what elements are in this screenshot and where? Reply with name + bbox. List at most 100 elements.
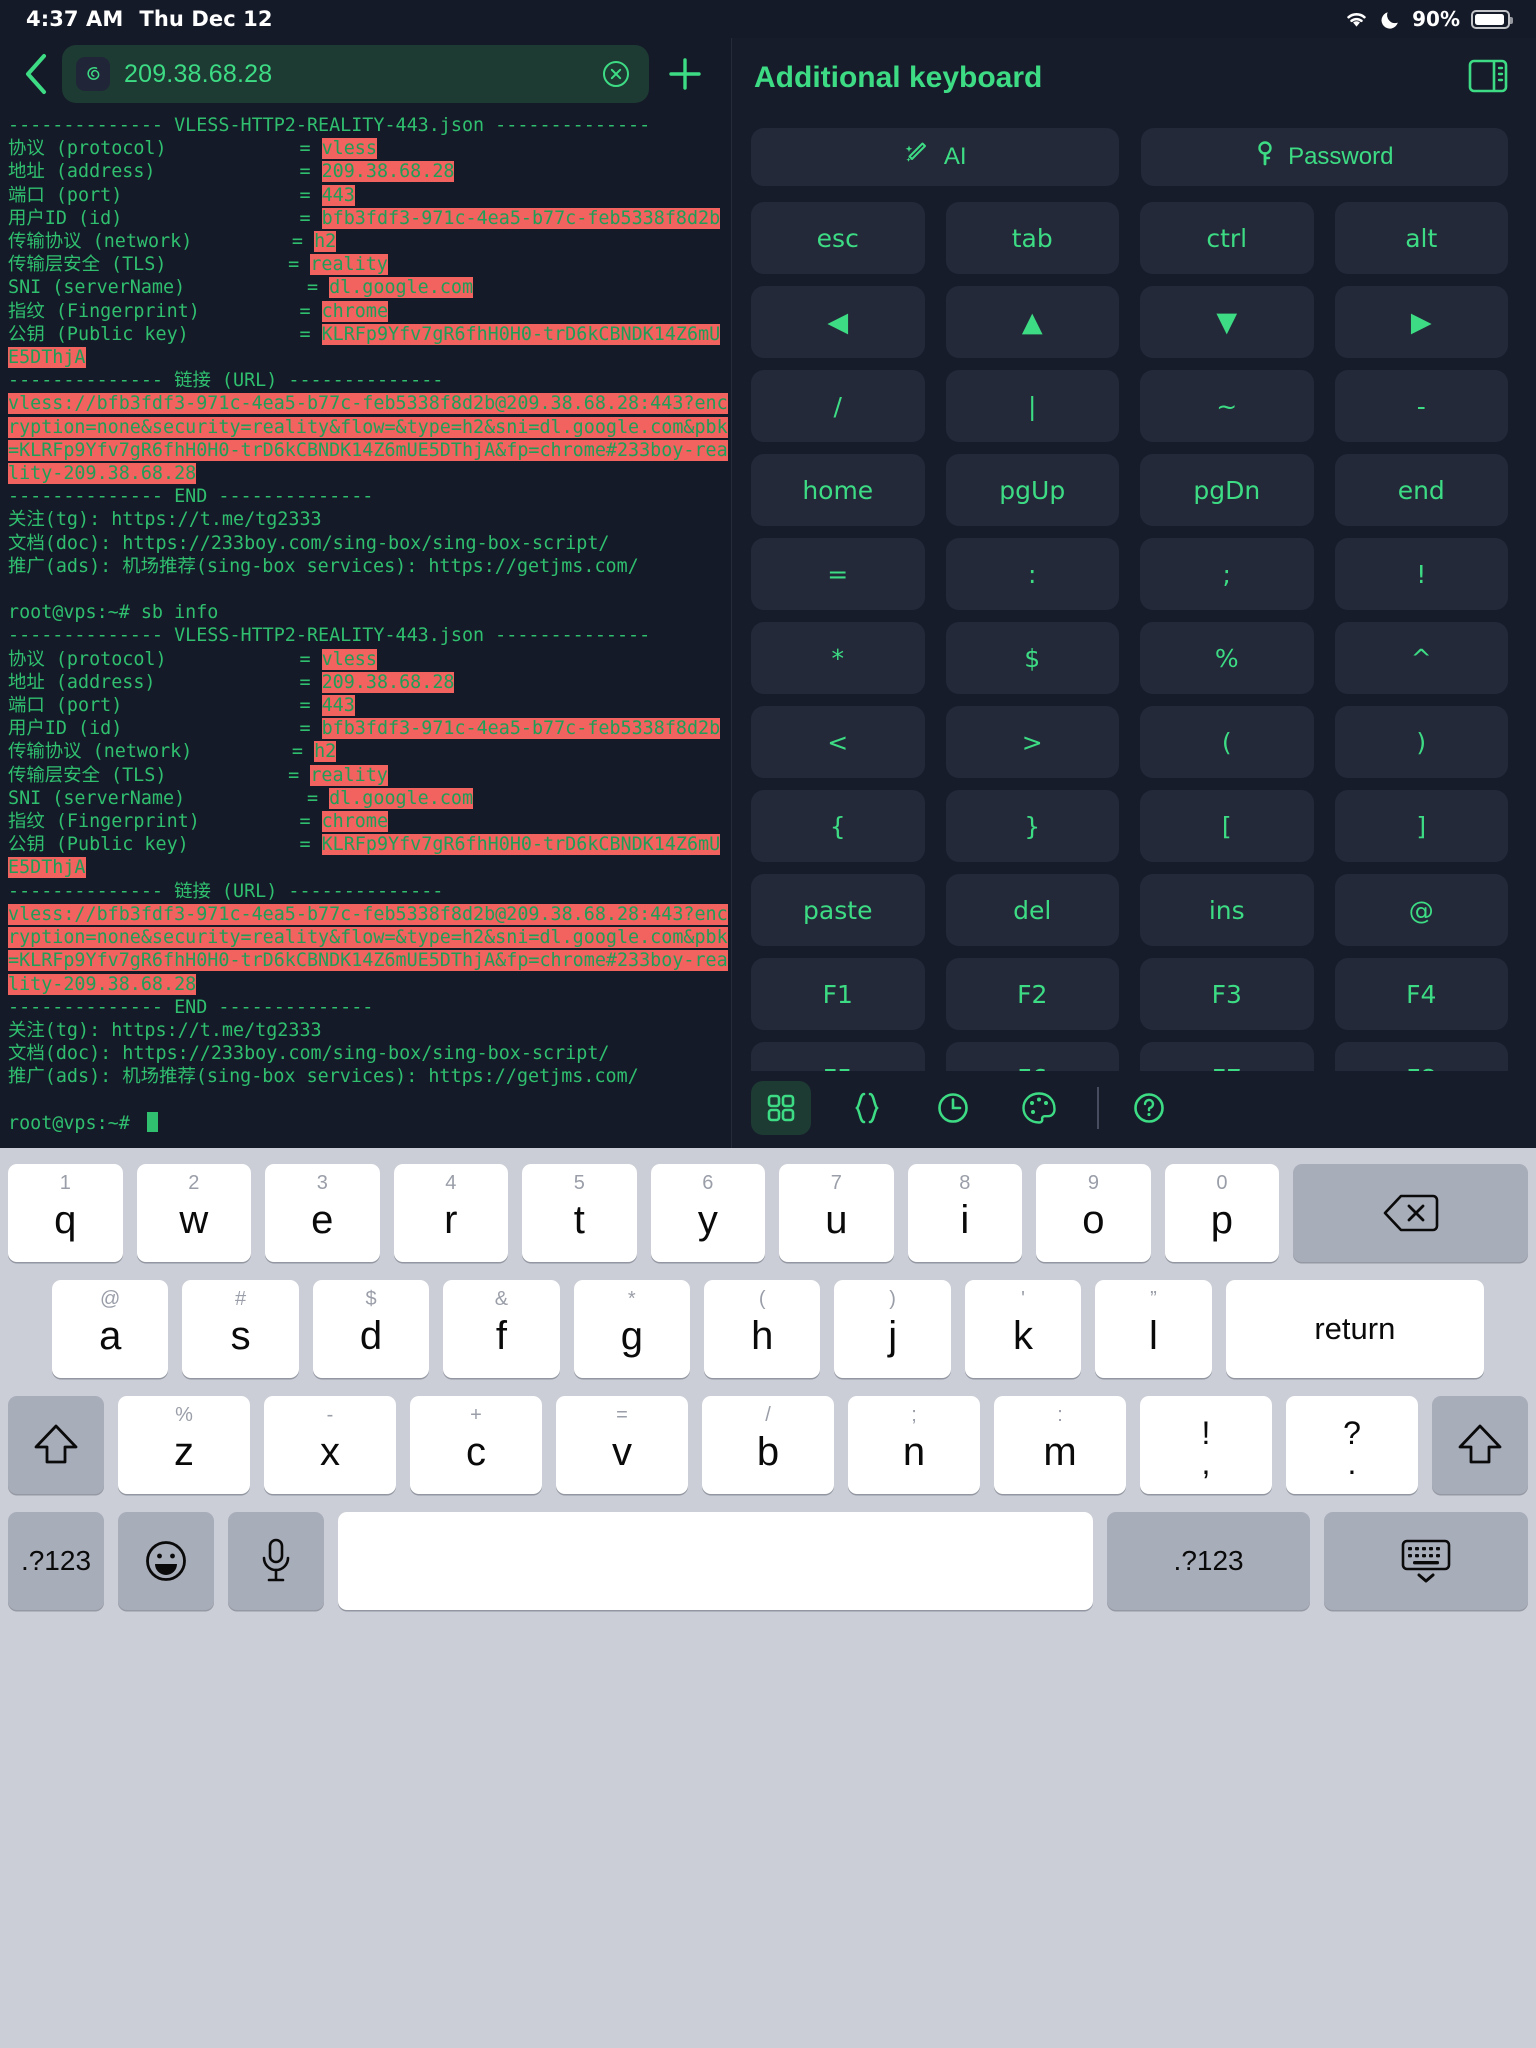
ios-key-.[interactable]: ?. xyxy=(1286,1396,1418,1494)
ios-key-h[interactable]: (h xyxy=(704,1280,821,1378)
ios-key-t[interactable]: 5t xyxy=(522,1164,637,1262)
ios-key-b[interactable]: / b xyxy=(702,1396,834,1494)
ios-key-i[interactable]: 8i xyxy=(907,1164,1023,1262)
key-F5[interactable]: F5 xyxy=(751,1042,925,1072)
key-F4[interactable]: F4 xyxy=(1334,958,1508,1031)
split-view-icon[interactable] xyxy=(1468,58,1508,98)
password-button[interactable]: Password xyxy=(1140,128,1508,187)
shift-left-key[interactable] xyxy=(8,1396,104,1494)
key--[interactable]: - xyxy=(1334,370,1508,443)
ios-key-s[interactable]: # s xyxy=(182,1280,299,1378)
key-F3[interactable]: F3 xyxy=(1140,958,1314,1031)
new-tab-button[interactable] xyxy=(657,46,713,102)
help-icon[interactable] xyxy=(1119,1081,1179,1135)
hide-keyboard-icon[interactable] xyxy=(1324,1512,1528,1610)
ios-key-d[interactable]: $ d xyxy=(312,1280,430,1378)
numeric-switch-left-key[interactable]: .?123 xyxy=(8,1512,104,1610)
key-![interactable]: ! xyxy=(1334,538,1508,611)
ios-key-a[interactable]: @ a xyxy=(52,1280,169,1378)
key-([interactable]: ( xyxy=(1140,706,1314,779)
ios-key-m[interactable]: :m xyxy=(994,1396,1126,1494)
ios-key-r[interactable]: 4r xyxy=(393,1164,509,1262)
ios-key-n[interactable]: ; n xyxy=(848,1396,980,1494)
palette-icon[interactable] xyxy=(1009,1081,1069,1135)
arrow-up-icon[interactable]: ▲ xyxy=(945,286,1119,359)
key-del[interactable]: del xyxy=(945,874,1119,947)
address-bar-text[interactable]: 209.38.68.28 xyxy=(124,60,587,89)
ios-key-main: l xyxy=(1149,1313,1158,1358)
arrow-down-icon[interactable]: ▼ xyxy=(1140,286,1314,359)
key-F1[interactable]: F1 xyxy=(751,958,925,1031)
numeric-switch-right-key[interactable]: .?123 xyxy=(1106,1512,1311,1610)
ai-button[interactable]: AI xyxy=(751,128,1119,187)
key-esc[interactable]: esc xyxy=(751,202,925,275)
key-][interactable]: ] xyxy=(1334,790,1508,863)
key-$[interactable]: $ xyxy=(945,622,1119,695)
ios-key-v[interactable]: = v xyxy=(556,1396,688,1494)
key-|[interactable]: | xyxy=(945,370,1119,443)
key-paste[interactable]: paste xyxy=(751,874,925,947)
microphone-icon[interactable] xyxy=(228,1512,324,1610)
address-bar[interactable]: 209.38.68.28 xyxy=(62,45,649,103)
key-end[interactable]: end xyxy=(1334,454,1508,527)
key-tab[interactable]: tab xyxy=(945,202,1119,275)
terminal-output[interactable]: -------------- VLESS-HTTP2-REALITY-443.j… xyxy=(0,110,731,1148)
ios-key-main: t xyxy=(573,1197,585,1242)
key-{[interactable]: { xyxy=(751,790,925,863)
ios-key-w[interactable]: 2w xyxy=(136,1164,252,1262)
key-home[interactable]: home xyxy=(751,454,925,527)
key-~[interactable]: ~ xyxy=(1140,370,1314,443)
ios-key-c[interactable]: + c xyxy=(410,1396,542,1494)
key-ins[interactable]: ins xyxy=(1140,874,1314,947)
braces-icon[interactable] xyxy=(837,1081,897,1135)
key-^[interactable]: ^ xyxy=(1334,622,1508,695)
key-/[interactable]: / xyxy=(751,370,925,443)
backspace-icon[interactable] xyxy=(1293,1164,1528,1262)
key-ctrl[interactable]: ctrl xyxy=(1140,202,1314,275)
key-[[interactable]: [ xyxy=(1140,790,1314,863)
key-}[interactable]: } xyxy=(945,790,1119,863)
space-key[interactable] xyxy=(338,1512,1093,1610)
key->[interactable]: > xyxy=(945,706,1119,779)
clear-icon[interactable] xyxy=(601,59,631,89)
key-F8[interactable]: F8 xyxy=(1334,1042,1508,1072)
ios-key-o[interactable]: 9o xyxy=(1036,1164,1151,1262)
key-alt[interactable]: alt xyxy=(1334,202,1508,275)
arrow-left-icon[interactable]: ◀ xyxy=(751,286,925,359)
ios-key-p[interactable]: 0p xyxy=(1164,1164,1280,1262)
return-key[interactable]: return xyxy=(1225,1280,1485,1378)
key-pgDn[interactable]: pgDn xyxy=(1140,454,1314,527)
grid-icon[interactable] xyxy=(751,1080,811,1135)
clock-icon[interactable] xyxy=(923,1081,983,1135)
ios-key-e[interactable]: 3e xyxy=(265,1164,380,1262)
back-button[interactable] xyxy=(14,50,58,98)
key-F2[interactable]: F2 xyxy=(945,958,1119,1031)
emoji-icon[interactable] xyxy=(118,1512,214,1610)
ios-key-k[interactable]: ' k xyxy=(964,1280,1082,1378)
shift-right-key[interactable] xyxy=(1432,1396,1528,1494)
key-F7[interactable]: F7 xyxy=(1140,1042,1314,1072)
key-%[interactable]: % xyxy=(1140,622,1314,695)
ios-key-q[interactable]: 1q xyxy=(8,1164,123,1262)
key-:[interactable]: : xyxy=(945,538,1119,611)
arrow-right-icon[interactable]: ▶ xyxy=(1334,286,1508,359)
terminal-text: 文档(doc): https://233boy.com/sing-box/sin… xyxy=(8,532,610,554)
key-=[interactable]: = xyxy=(751,538,925,611)
ios-key-l[interactable]: ” l xyxy=(1095,1280,1212,1378)
ios-key-z[interactable]: % z xyxy=(118,1396,250,1494)
ios-key-u[interactable]: 7u xyxy=(779,1164,894,1262)
key-F6[interactable]: F6 xyxy=(945,1042,1119,1072)
ios-key-g[interactable]: * g xyxy=(573,1280,691,1378)
ios-key-x[interactable]: -x xyxy=(264,1396,396,1494)
key-*[interactable]: * xyxy=(751,622,925,695)
key-pgUp[interactable]: pgUp xyxy=(945,454,1119,527)
key-;[interactable]: ; xyxy=(1140,538,1314,611)
key-@[interactable]: @ xyxy=(1334,874,1508,947)
ios-key-f[interactable]: & f xyxy=(443,1280,560,1378)
terminal-line: root@vps:~# xyxy=(8,1111,731,1135)
key-)[interactable]: ) xyxy=(1334,706,1508,779)
key-<[interactable]: < xyxy=(751,706,925,779)
ios-key-y[interactable]: 6y xyxy=(650,1164,766,1262)
ios-key-j[interactable]: ) j xyxy=(834,1280,951,1378)
ios-key-,[interactable]: !, xyxy=(1140,1396,1272,1494)
